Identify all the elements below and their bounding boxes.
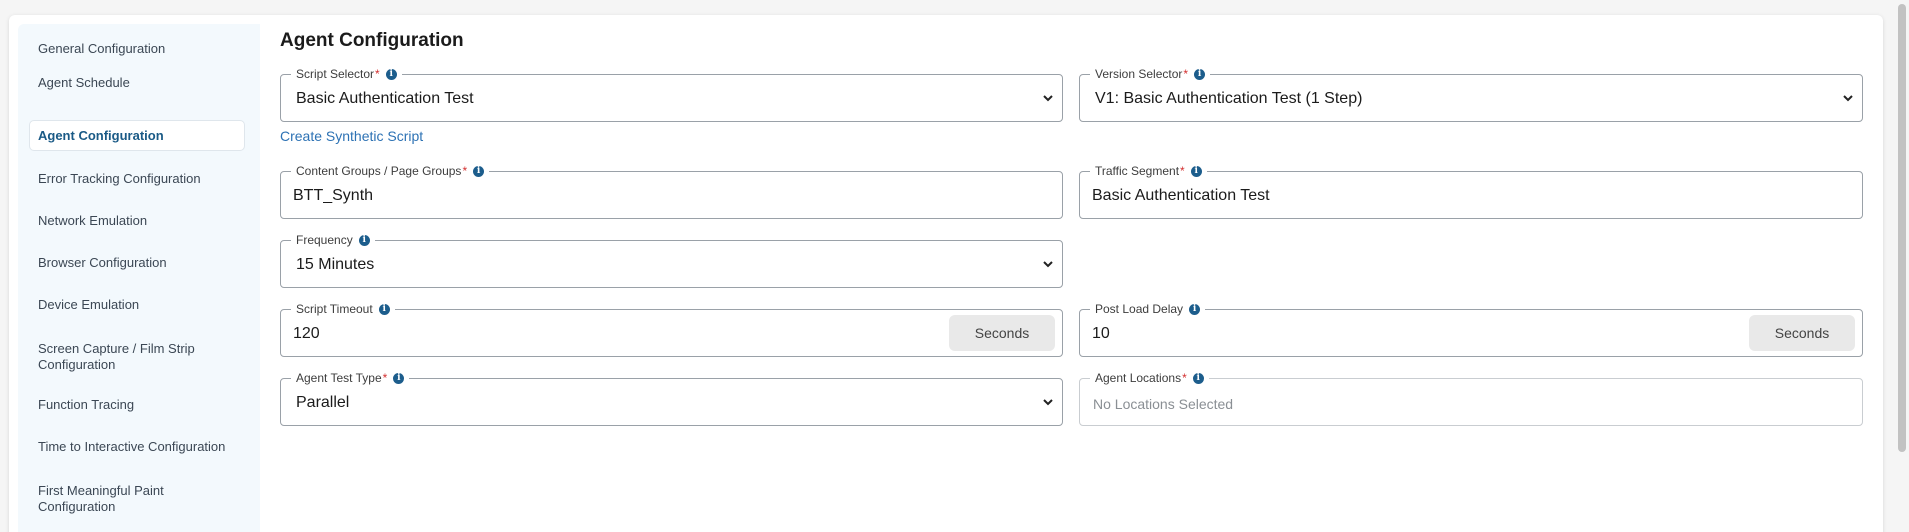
agent-locations-placeholder: No Locations Selected (1093, 396, 1234, 412)
script-selector-label: Script Selector * i (291, 66, 402, 82)
sidebar-item-screen-capture-configuration[interactable]: Screen Capture / Film Strip Configuratio… (38, 341, 238, 373)
content-groups-field[interactable]: Content Groups / Page Groups * i BTT_Synt… (280, 163, 1063, 219)
required-marker: * (375, 67, 380, 81)
content-groups-label: Content Groups / Page Groups * i (291, 163, 490, 179)
script-selector-label-text: Script Selector (296, 67, 375, 81)
info-icon[interactable]: i (358, 234, 370, 246)
sidebar-item-time-to-interactive-configuration[interactable]: Time to Interactive Configuration (38, 439, 256, 455)
sidebar-item-agent-schedule[interactable]: Agent Schedule (38, 75, 256, 91)
agent-test-type-selector[interactable]: Agent Test Type * i Parallel (280, 370, 1063, 426)
required-marker: * (1182, 371, 1187, 385)
script-selector[interactable]: Script Selector * i Basic Authentication … (280, 66, 1063, 122)
required-marker: * (462, 164, 468, 178)
sidebar-item-error-tracking-configuration[interactable]: Error Tracking Configuration (38, 171, 256, 187)
create-synthetic-script-link[interactable]: Create Synthetic Script (280, 128, 423, 144)
info-icon[interactable]: i (1190, 165, 1202, 177)
sidebar-item-network-emulation[interactable]: Network Emulation (38, 213, 256, 229)
sidebar-item-general-configuration[interactable]: General Configuration (38, 41, 256, 57)
post-load-delay-field[interactable]: Post Load Delay i 10 Seconds (1079, 301, 1863, 357)
frequency-label-text: Frequency (296, 233, 353, 247)
agent-locations-label: Agent Locations * i (1090, 370, 1209, 386)
post-load-delay-label: Post Load Delay i (1090, 301, 1206, 317)
info-icon[interactable]: i (1192, 372, 1204, 384)
traffic-segment-label-text: Traffic Segment (1095, 164, 1180, 178)
scrollbar-thumb[interactable] (1898, 4, 1906, 452)
chevron-down-icon (1842, 92, 1854, 104)
sidebar-item-first-meaningful-paint-configuration[interactable]: First Meaningful Paint Configuration (38, 483, 208, 515)
version-selector-label-text: Version Selector (1095, 67, 1183, 81)
sidebar-item-agent-configuration[interactable]: Agent Configuration (29, 120, 245, 151)
post-load-delay-value[interactable]: 10 (1092, 325, 1110, 343)
frequency-value: 15 Minutes (296, 256, 375, 273)
agent-test-type-label: Agent Test Type * i (291, 370, 410, 386)
frequency-selector[interactable]: Frequency i 15 Minutes (280, 232, 1063, 288)
script-timeout-field[interactable]: Script Timeout i 120 Seconds (280, 301, 1063, 357)
script-timeout-label-text: Script Timeout (296, 302, 373, 316)
content-groups-label-text: Content Groups / Page Groups (296, 164, 462, 178)
info-icon[interactable]: i (473, 165, 485, 177)
version-selector-label: Version Selector * i (1090, 66, 1211, 82)
info-icon[interactable]: i (393, 372, 405, 384)
traffic-segment-value[interactable]: Basic Authentication Test (1092, 187, 1270, 205)
post-load-delay-label-text: Post Load Delay (1095, 302, 1184, 316)
vertical-scrollbar[interactable] (1895, 0, 1909, 532)
info-icon[interactable]: i (1189, 303, 1201, 315)
content-groups-value[interactable]: BTT_Synth (293, 187, 373, 205)
traffic-segment-field[interactable]: Traffic Segment * i Basic Authentication … (1079, 163, 1863, 219)
chevron-down-icon (1042, 258, 1054, 270)
agent-locations-field[interactable]: Agent Locations * i No Locations Selected (1079, 370, 1863, 426)
agent-test-type-value: Parallel (296, 394, 350, 411)
post-load-delay-unit: Seconds (1749, 315, 1855, 351)
chevron-down-icon (1042, 92, 1054, 104)
info-icon[interactable]: i (385, 68, 397, 80)
info-icon[interactable]: i (378, 303, 390, 315)
agent-locations-label-text: Agent Locations (1095, 371, 1182, 385)
required-marker: * (382, 371, 388, 385)
required-marker: * (1180, 164, 1185, 178)
script-timeout-value[interactable]: 120 (293, 325, 320, 343)
version-selector[interactable]: Version Selector * i V1: Basic Authentica… (1079, 66, 1863, 122)
sidebar-item-function-tracing[interactable]: Function Tracing (38, 397, 256, 413)
script-timeout-label: Script Timeout i (291, 301, 395, 317)
chevron-down-icon (1042, 396, 1054, 408)
frequency-label: Frequency i (291, 232, 375, 248)
info-icon[interactable]: i (1194, 68, 1206, 80)
agent-test-type-label-text: Agent Test Type (296, 371, 382, 385)
sidebar-item-browser-configuration[interactable]: Browser Configuration (38, 255, 256, 271)
version-selector-value: V1: Basic Authentication Test (1 Step) (1095, 90, 1363, 107)
traffic-segment-label: Traffic Segment * i (1090, 163, 1207, 179)
script-timeout-unit: Seconds (949, 315, 1055, 351)
required-marker: * (1183, 67, 1189, 81)
page-title: Agent Configuration (280, 30, 464, 51)
script-selector-value: Basic Authentication Test (296, 90, 474, 107)
sidebar-item-device-emulation[interactable]: Device Emulation (38, 297, 256, 313)
sidebar: General Configuration Agent Schedule Age… (18, 24, 260, 532)
